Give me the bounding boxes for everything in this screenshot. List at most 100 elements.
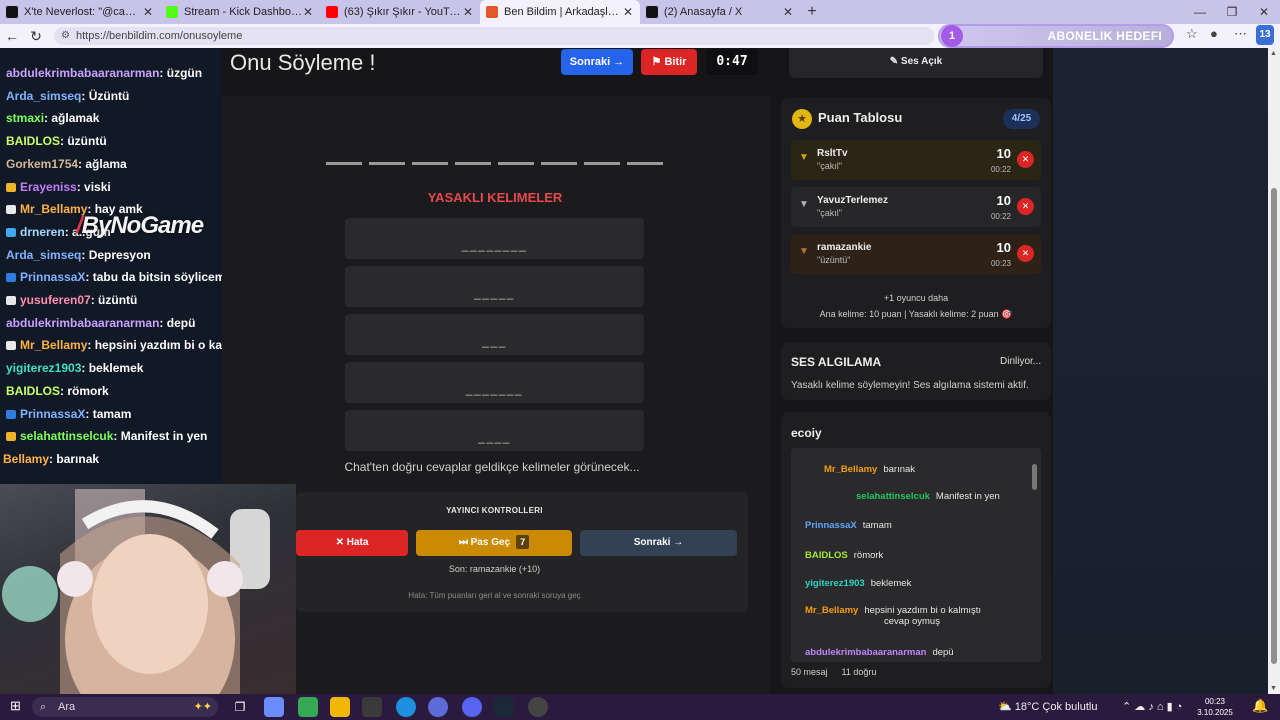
menu-icon[interactable]: ⋯ <box>1234 26 1247 42</box>
browser-tab[interactable]: (63) Şıkır Şıkır - YouTube ✕ <box>320 0 480 24</box>
medal-icon: ▼ <box>799 152 809 163</box>
chat-username: PrinnassaX <box>805 520 857 531</box>
pass-button[interactable]: ⏭ Pas Geç 7 <box>416 530 572 556</box>
overlay-text: : hepsini yazdım bi o kalmıştı cevap oym… <box>87 338 222 353</box>
overlay-text: : ağlama <box>78 156 127 171</box>
last-answer: Son: ramazankie (+10) <box>448 564 541 574</box>
browser-tab[interactable]: X'te Neverlost: "@can29_0 @eco...✕ <box>0 0 160 24</box>
notification-icon[interactable]: 🔔 <box>1252 698 1268 714</box>
tab-label: Stream - Kick Dashboard <box>184 6 302 18</box>
url-field[interactable]: ⚙ https://benbildim.com/onusoyleme <box>54 27 934 45</box>
file-explorer-icon[interactable] <box>330 697 350 717</box>
next-button[interactable]: Sonraki → <box>561 49 633 75</box>
controls-next-button[interactable]: Sonraki → <box>580 530 737 556</box>
overlay-text: : viski <box>76 179 111 194</box>
overlay-text: : Üzüntü <box>81 88 130 103</box>
tray-icons[interactable]: ⌃ ☁ ♪ ⌂ ▮ ◔ <box>1122 700 1182 713</box>
overlay-username: abdulekrimbabaaranarman <box>6 66 160 80</box>
close-tab-icon[interactable]: ✕ <box>782 5 794 19</box>
overlay-text: : üzgün <box>159 66 203 80</box>
overlay-text: : tamam <box>85 406 132 421</box>
leaderboard-title: Puan Tablosu <box>818 110 903 125</box>
weather-widget[interactable]: ⛅ 18°C Çok bulutlu <box>998 700 1097 713</box>
new-tab-icon[interactable]: + <box>800 3 824 21</box>
remove-player-icon[interactable]: ✕ <box>1017 151 1034 168</box>
discord-app-icon[interactable] <box>462 697 482 717</box>
sound-label: Ses Açık <box>900 56 943 67</box>
overlay-chat-line: Mr_Bellamy: hepsini yazdım bi o kalmıştı… <box>6 338 222 352</box>
taskbar-search[interactable]: ⌕ Ara ✦✦ <box>32 697 218 717</box>
chat-username: BAIDLOS <box>805 550 848 561</box>
overlay-username: PrinnassaX <box>20 270 86 285</box>
close-window-icon[interactable]: ✕ <box>1248 0 1280 24</box>
chat-username: yigiterez1903 <box>805 578 865 589</box>
close-tab-icon[interactable]: ✕ <box>302 5 314 19</box>
chrome-app-icon[interactable] <box>298 697 318 717</box>
overlay-username: stmaxi <box>6 111 45 126</box>
error-button[interactable]: ✕ Hata <box>296 530 408 556</box>
taskbar-clock[interactable]: 00:23 3.10.2025 <box>1196 696 1234 718</box>
leaderboard-row: ▼ RsltTv "çakıl" 10 00:22 ✕ <box>791 140 1041 180</box>
chat-text-continued: cevap oymuş <box>884 616 940 627</box>
back-icon[interactable]: ← <box>0 28 24 44</box>
kick-icon <box>166 6 178 18</box>
pass-count-badge: 7 <box>516 535 530 549</box>
reload-icon[interactable]: ↻ <box>24 28 48 45</box>
forbidden-word-slot: ___ <box>345 314 644 355</box>
browser-tab[interactable]: (2) Anasayfa / X ✕ <box>640 0 800 24</box>
profile-icon[interactable]: ● <box>1210 26 1218 41</box>
obs-app-icon[interactable] <box>528 697 548 717</box>
chat-text: barınak <box>883 464 916 475</box>
player-name: ramazankie <box>817 242 872 253</box>
voice-detection-card <box>781 342 1051 400</box>
voice-title: SES ALGILAMA <box>791 355 882 369</box>
player-name: YavuzTerlemez <box>817 195 888 206</box>
chat-scrollbar[interactable] <box>1031 452 1039 660</box>
tab-label: (2) Anasayfa / X <box>664 6 743 18</box>
countdown-timer: 0:47 <box>706 49 758 75</box>
tab-label: (63) Şıkır Şıkır - YouTube <box>344 6 462 18</box>
task-view-icon[interactable]: ❐ <box>230 697 250 717</box>
steam-app-icon[interactable] <box>494 697 514 717</box>
sound-toggle-button[interactable]: ✎ Ses Açık <box>789 48 1043 78</box>
goal-number: 1 <box>941 25 963 47</box>
chat-message-list[interactable]: Mr_Bellamy barınak selahattinselcuk Manifes… <box>791 448 1041 662</box>
browser-tab[interactable]: Stream - Kick Dashboard ✕ <box>160 0 320 24</box>
overlay-username: PrinnassaX <box>20 406 86 421</box>
browser-tab[interactable]: Ben Bildim | Arkadaşlarınla O...✕ <box>480 0 640 24</box>
app-icon[interactable] <box>428 697 448 717</box>
edge-app-icon[interactable] <box>396 697 416 717</box>
remove-player-icon[interactable]: ✕ <box>1017 245 1034 262</box>
maximize-icon[interactable]: ❐ <box>1216 0 1248 24</box>
chat-text: beklemek <box>870 578 912 589</box>
collections-icon[interactable]: ☆ <box>1186 26 1198 42</box>
windows-start-icon[interactable]: ⊞ <box>10 698 21 714</box>
page-title: Onu Söyleme ! <box>230 50 376 75</box>
copilot-sparkle-icon: ✦✦ <box>193 701 212 713</box>
page-scrollbar[interactable]: ▲ ▼ <box>1268 48 1280 694</box>
close-tab-icon[interactable]: ✕ <box>142 5 154 19</box>
leaderboard-row: ▼ YavuzTerlemez "çakıl" 10 00:22 ✕ <box>791 187 1041 227</box>
overlay-chat-line: yusuferen07: üzüntü <box>6 293 137 307</box>
close-tab-icon[interactable]: ✕ <box>462 5 474 19</box>
end-button[interactable]: ⚑ Bitir <box>641 49 697 75</box>
overlay-text: : römork <box>60 383 109 398</box>
remove-player-icon[interactable]: ✕ <box>1017 198 1034 215</box>
minimize-icon[interactable]: — <box>1184 0 1216 24</box>
site-info-icon[interactable]: ⚙ <box>61 27 70 45</box>
user-badge-icon <box>6 296 16 305</box>
player-time: 00:22 <box>990 212 1011 221</box>
chat-hint: Chat'ten doğru cevaplar geldikçe kelimel… <box>344 460 640 474</box>
copilot-app-icon[interactable] <box>264 697 284 717</box>
store-app-icon[interactable] <box>362 697 382 717</box>
overlay-chat-line: selahattinselcuk: Manifest in yen <box>6 429 207 443</box>
player-score: 10 <box>996 193 1011 208</box>
voice-status: Dinliyor... <box>1000 356 1042 367</box>
user-badge-icon <box>6 205 16 215</box>
flag-icon: ⚑ <box>651 56 665 68</box>
chat-text: hepsini yazdım bi o kalmıştı <box>864 605 982 616</box>
extension-badge[interactable]: 13 <box>1256 25 1274 45</box>
overlay-chat-line: Arda_simseq: Üzüntü <box>6 89 129 103</box>
chat-text: römork <box>853 550 884 561</box>
close-tab-icon[interactable]: ✕ <box>622 5 634 19</box>
